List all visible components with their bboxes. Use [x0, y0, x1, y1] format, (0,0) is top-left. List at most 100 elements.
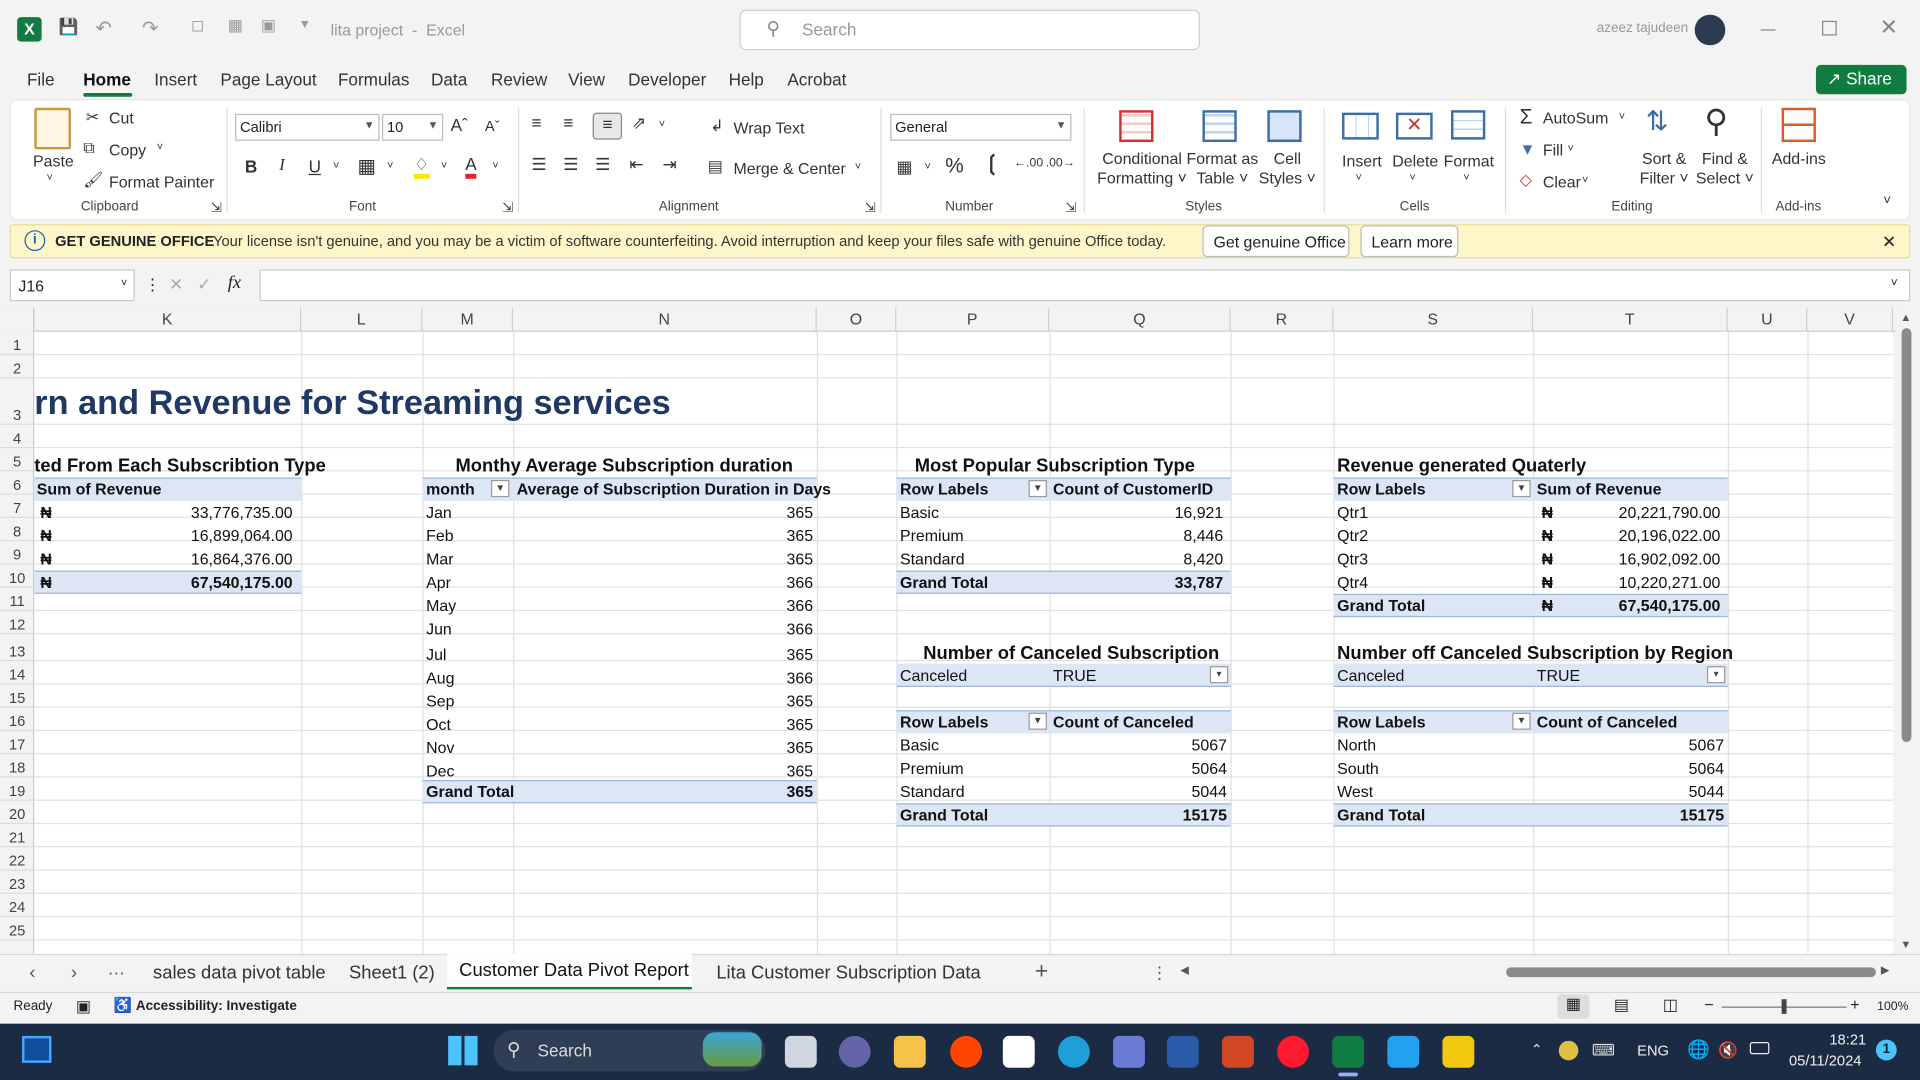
subscription-type-label[interactable]: Basic [900, 503, 939, 521]
column-header-s[interactable]: S [1333, 307, 1534, 332]
page-layout-view-icon[interactable]: ▤ [1614, 996, 1629, 1016]
file-explorer-icon[interactable] [893, 1035, 926, 1068]
column-header-l[interactable]: L [301, 307, 423, 332]
font-size-select[interactable]: 10 ▼ [382, 113, 444, 141]
duration-value[interactable]: 365 [524, 645, 813, 663]
avatar[interactable] [1694, 14, 1726, 46]
italic-button[interactable]: I [279, 157, 285, 177]
currency-symbol[interactable]: ₦ [1542, 596, 1553, 614]
format-dropdown-icon[interactable]: ˅ [1463, 171, 1469, 183]
quarterly-revenue-value[interactable]: 20,221,790.00 [1565, 503, 1721, 521]
scroll-up-icon[interactable]: ▲ [1900, 311, 1911, 323]
row-header[interactable]: 8 [0, 517, 34, 542]
orientation-icon[interactable]: ⇗ [632, 113, 646, 134]
fill-color-icon[interactable]: ♢ [413, 154, 430, 179]
insert-function-icon[interactable]: fx [228, 273, 241, 294]
column-header-t[interactable]: T [1533, 307, 1728, 332]
wrap-text-button[interactable]: Wrap Text [733, 119, 804, 137]
tab-page-layout[interactable]: Page Layout [220, 70, 316, 90]
tab-developer[interactable]: Developer [628, 70, 706, 90]
number-launcher-icon[interactable]: ⇲ [1065, 200, 1076, 216]
accessibility-status[interactable]: Accessibility: Investigate [136, 999, 297, 1014]
filter-dropdown-icon[interactable]: ▼ [1512, 712, 1531, 730]
duration-grand-total[interactable]: 365 [524, 782, 813, 800]
duration-value[interactable]: 366 [524, 573, 813, 591]
pivot-header-row-labels[interactable]: Row Labels [900, 713, 988, 731]
filter-dropdown-icon[interactable]: ▼ [1512, 480, 1531, 498]
canceled-count-value[interactable]: 5067 [1051, 736, 1227, 754]
user-name[interactable]: azeez tajudeen [1597, 21, 1688, 36]
pivot-header-count-canceled[interactable]: Count of Canceled [1053, 713, 1194, 731]
select-all-corner[interactable] [0, 307, 35, 332]
tab-file[interactable]: File [27, 70, 55, 90]
month-label[interactable]: Oct [426, 715, 451, 733]
zoom-level[interactable]: 100% [1877, 1000, 1908, 1013]
quarter-label[interactable]: Qtr4 [1337, 573, 1368, 591]
region-label[interactable]: South [1337, 759, 1379, 777]
normal-view-icon[interactable]: ▦ [1557, 994, 1590, 1019]
filter-active-icon[interactable]: ▾ [1706, 666, 1726, 684]
duration-value[interactable]: 365 [524, 503, 813, 521]
tray-app-icon[interactable] [1558, 1040, 1579, 1061]
subscription-type-label[interactable]: Premium [900, 759, 964, 777]
expand-formula-icon[interactable]: ˅ [1891, 277, 1898, 290]
canceled-count-value[interactable]: 5044 [1565, 782, 1724, 800]
task-view-icon[interactable] [784, 1035, 817, 1068]
meet-icon[interactable] [838, 1035, 871, 1068]
widgets-icon[interactable] [22, 1035, 52, 1063]
font-color-icon[interactable]: A [465, 154, 477, 179]
month-label[interactable]: Aug [426, 669, 454, 687]
notification-badge[interactable]: 1 [1875, 1039, 1897, 1061]
pivot-header-sum-revenue[interactable]: Sum of Revenue [1537, 480, 1662, 498]
canceled-count-value[interactable]: 5067 [1565, 736, 1724, 754]
powerbi-icon[interactable] [1442, 1035, 1475, 1068]
save-icon[interactable]: 💾 [59, 17, 79, 37]
battery-icon[interactable] [1749, 1042, 1770, 1055]
pivot-header-count-customer[interactable]: Count of CustomerID [1053, 480, 1213, 498]
subscription-type-label[interactable]: Basic [900, 736, 939, 754]
zoom-slider-thumb[interactable] [1781, 999, 1787, 1014]
quarterly-revenue-value[interactable]: 20,196,022.00 [1565, 527, 1721, 545]
row-header[interactable]: 18 [0, 754, 34, 778]
number-format-select[interactable]: General ▼ [890, 113, 1072, 141]
paste-button[interactable]: Paste [33, 152, 74, 170]
row-header[interactable]: 11 [0, 587, 34, 612]
pivot-header-row-labels[interactable]: Row Labels [900, 480, 988, 498]
align-left-icon[interactable]: ☰ [531, 154, 546, 175]
clear-button[interactable]: Clear [1543, 173, 1581, 191]
vscode-icon[interactable] [1387, 1035, 1420, 1068]
row-header[interactable]: 15 [0, 684, 34, 708]
font-name-select[interactable]: Calibri ▼ [235, 113, 380, 141]
quarterly-revenue-value[interactable]: 16,902,092.00 [1565, 550, 1721, 568]
duration-value[interactable]: 365 [524, 762, 813, 780]
cell-styles-button[interactable]: Cell Styles ˅ [1259, 149, 1316, 188]
tab-insert[interactable]: Insert [154, 70, 197, 90]
page-break-view-icon[interactable]: ◫ [1663, 996, 1678, 1016]
duration-value[interactable]: 365 [524, 550, 813, 568]
quarter-label[interactable]: Qtr3 [1337, 550, 1368, 568]
close-info-bar-icon[interactable]: ✕ [1882, 231, 1896, 252]
font-color-dropdown-icon[interactable]: ˅ [492, 159, 498, 171]
alignment-launcher-icon[interactable]: ⇲ [864, 200, 875, 216]
zoom-in-icon[interactable]: + [1850, 996, 1859, 1014]
learn-more-button[interactable]: Learn more [1360, 225, 1459, 258]
quarterly-grand-total[interactable]: 67,540,175.00 [1565, 596, 1721, 614]
insert-dropdown-icon[interactable]: ˅ [1356, 171, 1362, 183]
currency-symbol[interactable]: ₦ [40, 503, 51, 521]
currency-symbol[interactable]: ₦ [1542, 550, 1553, 568]
quarterly-revenue-value[interactable]: 10,220,271.00 [1565, 573, 1721, 591]
vertical-scrollbar[interactable]: ▲ ▼ [1895, 308, 1918, 954]
fill-dropdown-icon[interactable]: ˅ [1567, 142, 1573, 154]
scroll-down-icon[interactable]: ▼ [1900, 938, 1911, 950]
underline-button[interactable]: U [309, 157, 321, 177]
row-header[interactable]: 9 [0, 541, 34, 565]
vertical-scroll-thumb[interactable] [1901, 328, 1912, 743]
align-top-icon[interactable]: ≡ [531, 113, 541, 133]
month-label[interactable]: Apr [426, 573, 451, 591]
worksheet-grid[interactable]: rn and Revenue for Streaming services te… [34, 331, 1894, 954]
currency-symbol[interactable]: ₦ [1542, 573, 1553, 591]
language-indicator[interactable]: ENG [1637, 1042, 1669, 1059]
currency-symbol[interactable]: ₦ [1542, 527, 1553, 545]
pivot-header-row-labels[interactable]: Row Labels [1337, 480, 1425, 498]
cut-button[interactable]: Cut [109, 109, 134, 127]
